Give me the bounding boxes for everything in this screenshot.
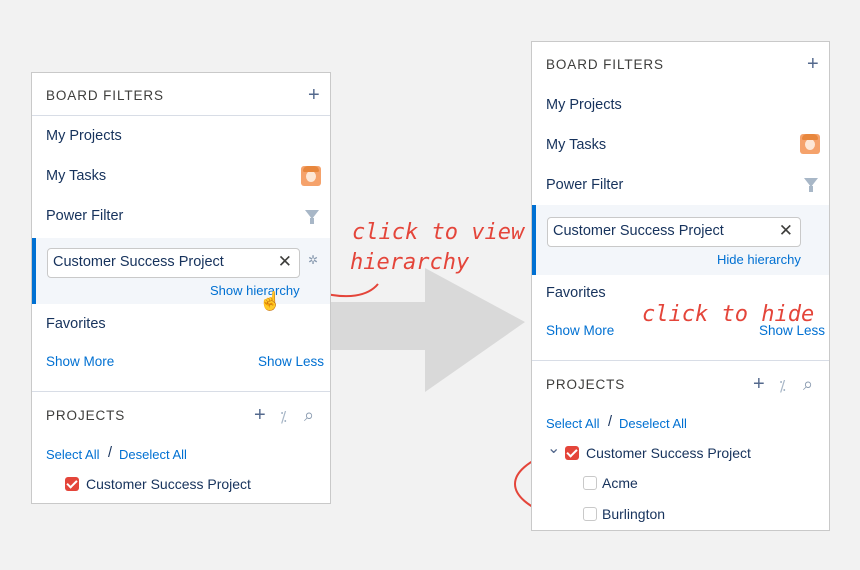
filter-power-filter[interactable]: Power Filter [46, 208, 123, 224]
show-hierarchy-link[interactable]: Show hierarchy [210, 283, 300, 298]
filter-my-projects[interactable]: My Projects [546, 97, 622, 113]
filter-my-tasks[interactable]: My Tasks [46, 168, 106, 184]
search-value: Customer Success Project [53, 254, 224, 270]
hand-pointer-icon: ☝ [259, 291, 282, 311]
child-project-label-acme: Acme [602, 475, 638, 491]
funnel-icon[interactable] [804, 178, 818, 192]
add-project-button[interactable]: + [753, 374, 765, 394]
annotation-view-line1: click to view [352, 220, 525, 245]
child-project-checkbox-acme[interactable] [583, 476, 597, 490]
project-search-input[interactable]: Customer Success Project ✕ [47, 248, 300, 278]
separator: / [608, 414, 613, 430]
magic-wand-icon[interactable]: ⁒ [280, 408, 287, 426]
annotation-hide: click to hide [642, 302, 815, 327]
search-icon[interactable]: ⌕ [304, 405, 314, 426]
left-board-filters-panel: BOARD FILTERS + My Projects My Tasks Pow… [31, 72, 331, 504]
child-project-checkbox-burlington[interactable] [583, 507, 597, 521]
select-all-link[interactable]: Select All [546, 416, 599, 431]
project-checkbox[interactable] [65, 477, 79, 491]
gear-icon[interactable]: ✲ [308, 253, 318, 267]
project-label: Customer Success Project [86, 476, 251, 492]
add-filter-button[interactable]: + [807, 54, 819, 74]
filter-my-projects[interactable]: My Projects [46, 128, 122, 144]
hide-hierarchy-link[interactable]: Hide hierarchy [717, 252, 801, 267]
select-all-link[interactable]: Select All [46, 447, 99, 462]
right-board-filters-panel: BOARD FILTERS + My Projects My Tasks Pow… [531, 41, 830, 531]
deselect-all-link[interactable]: Deselect All [119, 447, 187, 462]
board-filters-header: BOARD FILTERS [46, 88, 164, 103]
show-less-link[interactable]: Show Less [258, 354, 324, 369]
filter-power-filter[interactable]: Power Filter [546, 177, 623, 193]
favorites-label[interactable]: Favorites [546, 285, 606, 301]
funnel-icon[interactable] [305, 210, 319, 224]
clear-icon[interactable]: ✕ [278, 252, 292, 272]
filter-my-tasks[interactable]: My Tasks [546, 137, 606, 153]
projects-header: PROJECTS [46, 408, 126, 423]
add-filter-button[interactable]: + [308, 85, 320, 105]
chevron-down-icon[interactable]: ⌄ [547, 438, 560, 458]
annotation-view-line2: hierarchy [350, 250, 470, 275]
parent-project-label: Customer Success Project [586, 445, 751, 461]
magic-wand-icon[interactable]: ⁒ [779, 377, 786, 395]
add-project-button[interactable]: + [254, 405, 266, 425]
clear-icon[interactable]: ✕ [779, 221, 793, 241]
child-project-label-burlington: Burlington [602, 506, 666, 522]
avatar-icon [301, 166, 321, 186]
search-icon[interactable]: ⌕ [803, 374, 813, 395]
parent-project-checkbox[interactable] [565, 446, 579, 460]
show-more-link[interactable]: Show More [546, 323, 614, 338]
avatar-icon [800, 134, 820, 154]
separator: / [108, 445, 113, 461]
projects-header: PROJECTS [546, 377, 626, 392]
show-more-link[interactable]: Show More [46, 354, 114, 369]
board-filters-header: BOARD FILTERS [546, 57, 664, 72]
search-value: Customer Success Project [553, 223, 724, 239]
deselect-all-link[interactable]: Deselect All [619, 416, 687, 431]
project-search-input[interactable]: Customer Success Project ✕ [547, 217, 801, 247]
favorites-label[interactable]: Favorites [46, 316, 106, 332]
